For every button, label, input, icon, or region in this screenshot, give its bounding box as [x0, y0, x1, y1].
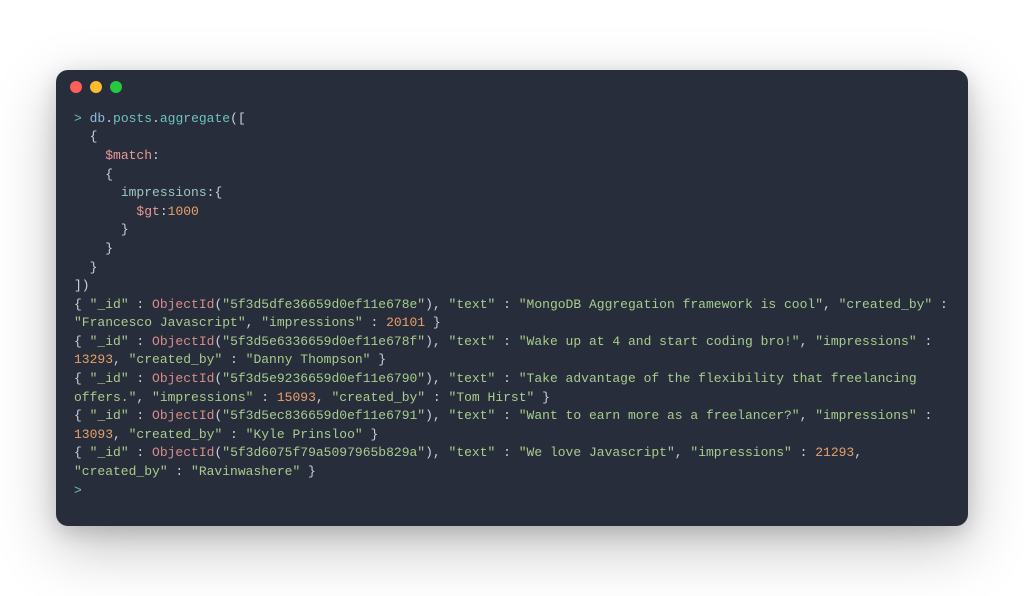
- prompt-line: >: [74, 482, 950, 501]
- result-doc: { "_id" : ObjectId("5f3d5dfe36659d0ef11e…: [74, 296, 950, 333]
- minimize-icon[interactable]: [90, 81, 102, 93]
- terminal-body: > db.posts.aggregate([ { $match: { impre…: [56, 104, 968, 526]
- titlebar: [56, 70, 968, 104]
- close-icon[interactable]: [70, 81, 82, 93]
- result-doc: { "_id" : ObjectId("5f3d6075f79a5097965b…: [74, 444, 950, 481]
- command-line: > db.posts.aggregate([: [74, 110, 950, 129]
- zoom-icon[interactable]: [110, 81, 122, 93]
- result-doc: { "_id" : ObjectId("5f3d5e6336659d0ef11e…: [74, 333, 950, 370]
- result-doc: { "_id" : ObjectId("5f3d5ec836659d0ef11e…: [74, 407, 950, 444]
- terminal-window: > db.posts.aggregate([ { $match: { impre…: [56, 70, 968, 526]
- result-doc: { "_id" : ObjectId("5f3d5e9236659d0ef11e…: [74, 370, 950, 407]
